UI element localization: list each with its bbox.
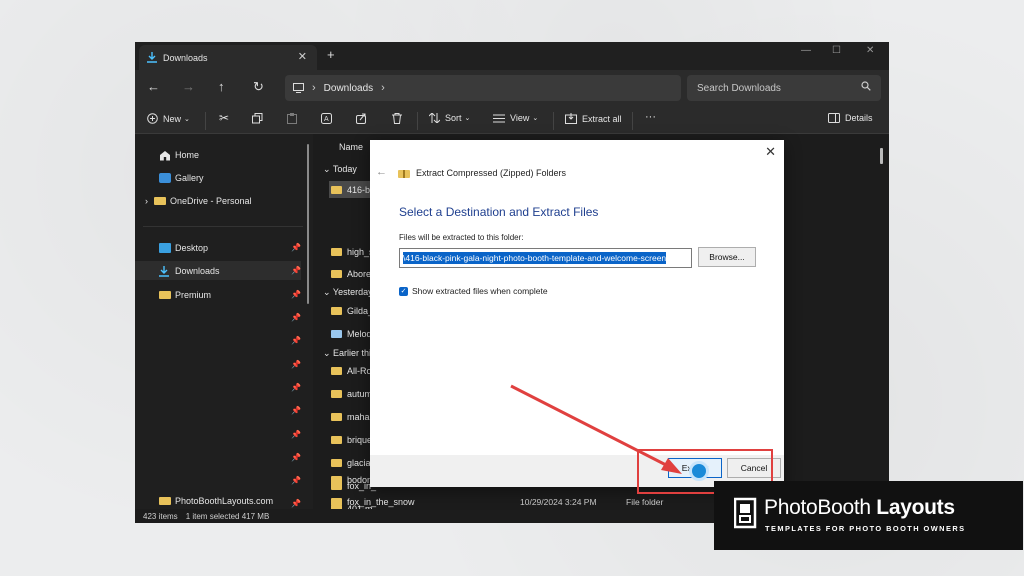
brand-light: PhotoBooth	[764, 496, 877, 519]
logo-brand: PhotoBooth Layouts	[764, 496, 955, 520]
logo-tagline: TEMPLATES FOR PHOTO BOOTH OWNERS	[765, 524, 966, 533]
brand-bold: Layouts	[876, 496, 955, 519]
logo-mark-icon	[734, 497, 757, 529]
photobooth-layouts-logo: PhotoBooth Layouts TEMPLATES FOR PHOTO B…	[714, 481, 1023, 550]
cursor-click-indicator	[689, 461, 709, 481]
